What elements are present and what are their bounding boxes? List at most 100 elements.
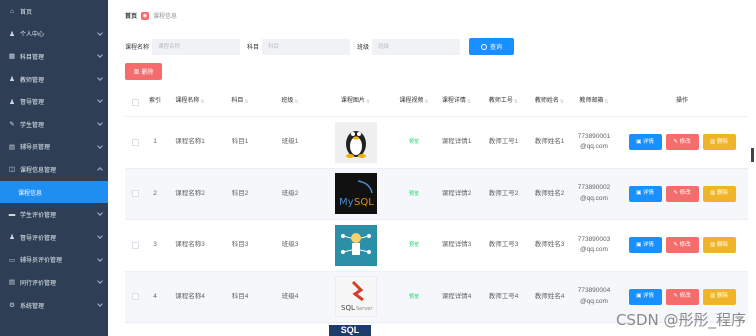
trash-icon: ▥ <box>133 69 140 75</box>
cell-teacher-name: 教师姓名1 <box>534 138 565 146</box>
chevron-down-icon <box>97 233 103 239</box>
video-preview-link[interactable]: 预览 <box>409 293 419 301</box>
cell-class: 班级4 <box>281 292 299 300</box>
header-course-name[interactable]: 课程名称 ⇅ <box>164 88 216 116</box>
email-domain: @qq.com <box>580 194 608 202</box>
course-table: 索引 课程名称 ⇅ 科目 ⇅ 班级 ⇅ 课程图片 ⇅ 课程视频 ⇅ 课程详情 ⇅ 教师工号 ⇅… <box>125 88 748 323</box>
row-checkbox[interactable] <box>132 241 139 249</box>
sidebar-item[interactable]: ♟ 个人中心 <box>0 23 108 46</box>
cell-course-image <box>316 220 395 271</box>
cell-course-video: 预览 <box>395 220 433 271</box>
course-image <box>334 224 377 266</box>
course-name-input[interactable] <box>152 38 241 55</box>
cell-teacher-email: 773890004 @qq.com <box>572 272 616 323</box>
sidebar-item[interactable]: ♟ 督导管理 <box>0 90 108 113</box>
cell-teacher-name: 教师姓名2 <box>534 189 565 197</box>
chevron-down-icon <box>97 210 103 217</box>
subject-input[interactable] <box>262 38 351 55</box>
video-preview-link[interactable]: 预览 <box>409 138 419 146</box>
detail-button[interactable]: ▣ 详情 <box>628 237 662 254</box>
chevron-down-icon <box>97 142 103 149</box>
home-icon: ⌂ <box>10 7 14 15</box>
cell-class: 班级2 <box>281 189 299 197</box>
edit-button[interactable]: ✎ 修改 <box>665 288 699 305</box>
select-all-checkbox[interactable] <box>132 98 139 106</box>
cell-course-video: 预览 <box>395 272 433 323</box>
header-class[interactable]: 班级 ⇅ <box>264 88 316 116</box>
sidebar-item-label: 科目管理 <box>20 54 45 61</box>
sidebar-item[interactable]: ▤ 同行评价管理 <box>0 271 108 294</box>
header-course-video[interactable]: 课程视频 ⇅ <box>395 88 433 116</box>
header-teacher-name[interactable]: 教师姓名 ⇅ <box>527 88 572 116</box>
sidebar-item-label: 督导评价管理 <box>20 235 57 242</box>
chevron-down-icon <box>97 120 103 126</box>
cell-subject: 科目2 <box>231 189 249 197</box>
course-image-partial: SQL <box>329 325 371 336</box>
delete-button[interactable]: ▥ 删除 <box>702 288 736 305</box>
sidebar-item[interactable]: ▬ 学生评价管理 <box>0 203 108 226</box>
chevron-down-icon <box>97 300 103 307</box>
header-course-image[interactable]: 课程图片 ⇅ <box>316 88 395 116</box>
sort-icon: ⇅ <box>294 99 299 105</box>
cell-teacher-no: 教师工号3 <box>488 241 519 249</box>
video-preview-link[interactable]: 预览 <box>409 190 419 198</box>
sidebar: ⌂ 首页 ♟ 个人中心 ▦ 科目管理 ♟ 教师管理 ♟ 督导管理 ✎ 学生管理 ▤ 辅导员管理 ◫ 课程信息管… <box>0 0 108 336</box>
email-domain: @qq.com <box>580 143 608 151</box>
watermark: CSDN @彤彤_程序 <box>615 311 746 329</box>
sidebar-item-label: 课程信息 <box>18 190 43 197</box>
sidebar-item[interactable]: ◫ 课程信息管理 <box>0 158 108 181</box>
detail-button[interactable]: ▣ 详情 <box>628 288 662 305</box>
cell-teacher-email: 773890003 @qq.com <box>572 220 616 271</box>
svg-text:SQL: SQL <box>341 304 355 312</box>
delete-button[interactable]: ▥ 删除 <box>702 134 736 151</box>
trash-icon: ▥ <box>710 293 717 300</box>
row-checkbox[interactable] <box>132 138 139 146</box>
sidebar-item[interactable]: ⚙ 系统管理 <box>0 294 108 317</box>
delete-button[interactable]: ▥ 删除 <box>702 185 736 202</box>
class-input[interactable] <box>372 38 461 55</box>
comment-icon: ▬ <box>8 211 16 219</box>
edit-button[interactable]: ✎ 修改 <box>665 134 699 151</box>
batch-delete-button[interactable]: ▥ 删除 <box>125 63 162 80</box>
sidebar-item-label: 个人中心 <box>20 32 45 39</box>
header-subject[interactable]: 科目 ⇅ <box>216 88 264 116</box>
scrollbar-handle[interactable] <box>751 148 754 162</box>
cell-teacher-no: 教师工号4 <box>488 292 519 300</box>
detail-icon: ▣ <box>636 293 643 300</box>
cell-course-image: My SQL <box>316 169 395 220</box>
edit-button[interactable]: ✎ 修改 <box>665 237 699 254</box>
header-teacher-no[interactable]: 教师工号 ⇅ <box>480 88 527 116</box>
detail-button[interactable]: ▣ 详情 <box>628 185 662 202</box>
breadcrumb-home[interactable]: 首页 <box>125 11 137 20</box>
sidebar-item[interactable]: ♟ 教师管理 <box>0 68 108 91</box>
sidebar-item[interactable]: ▤ 辅导员管理 <box>0 136 108 159</box>
sidebar-item[interactable]: ⌂ 首页 <box>0 0 108 23</box>
sidebar-item[interactable]: ▦ 科目管理 <box>0 45 108 68</box>
chevron-down-icon <box>97 52 103 59</box>
cell-class: 班级3 <box>281 241 299 249</box>
sort-icon: ⇅ <box>559 99 565 105</box>
table-row: 1 课程名称1 科目1 班级1 预览 课程详情1 教师工号1 教师姓名1 773890001 @q… <box>125 117 748 169</box>
cell-subject: 科目1 <box>231 138 249 146</box>
row-checkbox[interactable] <box>132 190 139 198</box>
cell-index: 4 <box>153 292 157 300</box>
detail-button[interactable]: ▣ 详情 <box>628 134 662 151</box>
course-image <box>334 121 377 163</box>
video-preview-link[interactable]: 预览 <box>409 241 419 249</box>
sidebar-item-label: 首页 <box>20 9 33 16</box>
breadcrumb: 首页 ◉ 课程信息 <box>125 11 177 20</box>
search-button[interactable]: 查询 <box>469 38 515 55</box>
edit-button[interactable]: ✎ 修改 <box>665 185 699 202</box>
sidebar-item[interactable]: ♟ 督导评价管理 <box>0 226 108 249</box>
delete-button[interactable]: ▥ 删除 <box>702 237 736 254</box>
chevron-down-icon <box>97 278 103 284</box>
sidebar-item[interactable]: 课程信息 <box>0 180 108 204</box>
sidebar-item[interactable]: ✎ 学生管理 <box>0 113 108 136</box>
subject-label: 科目 <box>247 45 260 51</box>
sidebar-item[interactable]: ▭ 辅导员评价管理 <box>0 249 108 272</box>
header-teacher-email[interactable]: 教师邮箱 ⇅ <box>572 88 616 116</box>
row-checkbox[interactable] <box>132 293 139 301</box>
header-course-detail[interactable]: 课程详情 ⇅ <box>433 88 480 116</box>
table-header: 索引 课程名称 ⇅ 科目 ⇅ 班级 ⇅ 课程图片 ⇅ 课程视频 ⇅ 课程详情 ⇅ 教师工号 ⇅… <box>125 88 748 117</box>
chevron-down-icon <box>97 74 103 81</box>
